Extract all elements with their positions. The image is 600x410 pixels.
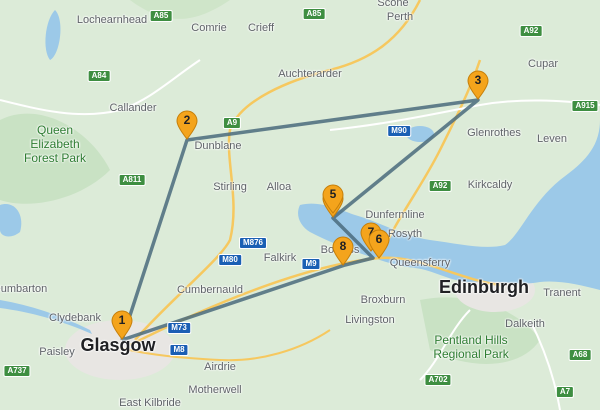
marker-3[interactable]: 3 bbox=[466, 70, 490, 100]
road-shield-m80: M80 bbox=[218, 254, 242, 266]
place-perth: Perth bbox=[386, 11, 414, 23]
place-queen-elizabeth-forest-park: Queen Elizabeth Forest Park bbox=[23, 123, 86, 165]
place-dunfermline: Dunfermline bbox=[365, 209, 425, 221]
road-shield-m90: M90 bbox=[387, 125, 411, 137]
marker-label: 3 bbox=[474, 73, 482, 87]
place-scone: Scone bbox=[377, 0, 409, 9]
marker-label: 2 bbox=[183, 113, 191, 127]
place-motherwell: Motherwell bbox=[188, 384, 242, 396]
place-auchterarder: Auchterarder bbox=[278, 68, 342, 80]
marker-label: 1 bbox=[118, 313, 126, 327]
marker-8[interactable]: 8 bbox=[331, 236, 355, 266]
place-alloa: Alloa bbox=[266, 181, 292, 193]
place-lochearnhead: Lochearnhead bbox=[76, 14, 148, 26]
place-clydebank: Clydebank bbox=[49, 312, 101, 324]
place-leven: Leven bbox=[537, 133, 567, 145]
place-tranent: Tranent bbox=[543, 287, 581, 299]
marker-2[interactable]: 2 bbox=[175, 110, 199, 140]
place-livingston: Livingston bbox=[345, 314, 395, 326]
map-canvas[interactable]: Lochearnhead Comrie Crieff Scone Perth A… bbox=[0, 0, 600, 410]
road-shield-a68: A68 bbox=[568, 349, 592, 361]
road-shield-a737: A737 bbox=[3, 365, 31, 377]
road-shield-a84: A84 bbox=[87, 70, 111, 82]
road-shield-a7: A7 bbox=[555, 386, 575, 398]
place-dunblane: Dunblane bbox=[194, 140, 242, 152]
place-airdrie: Airdrie bbox=[204, 361, 236, 373]
road-shield-m8: M8 bbox=[169, 344, 189, 356]
road-shield-m73: M73 bbox=[167, 322, 191, 334]
road-shield-a915: A915 bbox=[571, 100, 599, 112]
road-shield-a92: A92 bbox=[519, 25, 543, 37]
place-dumbarton: Dumbarton bbox=[0, 283, 48, 295]
marker-label: 6 bbox=[375, 232, 383, 246]
place-east-kilbride: East Kilbride bbox=[119, 397, 181, 409]
place-comrie: Comrie bbox=[191, 22, 227, 34]
place-pentland-hills-regional-park: Pentland Hills Regional Park bbox=[433, 333, 509, 361]
road-shield-a85: A85 bbox=[302, 8, 326, 20]
marker-6[interactable]: 6 bbox=[367, 229, 391, 259]
place-kirkcaldy: Kirkcaldy bbox=[467, 179, 513, 191]
place-rosyth: Rosyth bbox=[387, 228, 423, 240]
place-stirling: Stirling bbox=[213, 181, 247, 193]
road-shield-a811: A811 bbox=[118, 174, 146, 186]
road-shield-a85: A85 bbox=[149, 10, 173, 22]
road-shield-a702: A702 bbox=[424, 374, 452, 386]
place-cumbernauld: Cumbernauld bbox=[176, 284, 244, 296]
road-shield-a92: A92 bbox=[428, 180, 452, 192]
place-glenrothes: Glenrothes bbox=[467, 127, 521, 139]
marker-label: 5 bbox=[329, 187, 337, 201]
road-shield-m876: M876 bbox=[238, 237, 268, 249]
place-crieff: Crieff bbox=[247, 22, 275, 34]
place-queensferry: Queensferry bbox=[389, 257, 451, 269]
road-shield-a9: A9 bbox=[222, 117, 242, 129]
place-paisley: Paisley bbox=[39, 346, 75, 358]
place-dalkeith: Dalkeith bbox=[505, 318, 545, 330]
place-broxburn: Broxburn bbox=[360, 294, 406, 306]
place-callander: Callander bbox=[109, 102, 157, 114]
place-falkirk: Falkirk bbox=[263, 252, 297, 264]
road-shield-m9: M9 bbox=[301, 258, 321, 270]
marker-5[interactable]: 5 bbox=[321, 184, 345, 214]
place-edinburgh: Edinburgh bbox=[439, 277, 529, 297]
marker-1[interactable]: 1 bbox=[110, 310, 134, 340]
marker-label: 8 bbox=[339, 239, 347, 253]
place-cupar: Cupar bbox=[528, 58, 558, 70]
